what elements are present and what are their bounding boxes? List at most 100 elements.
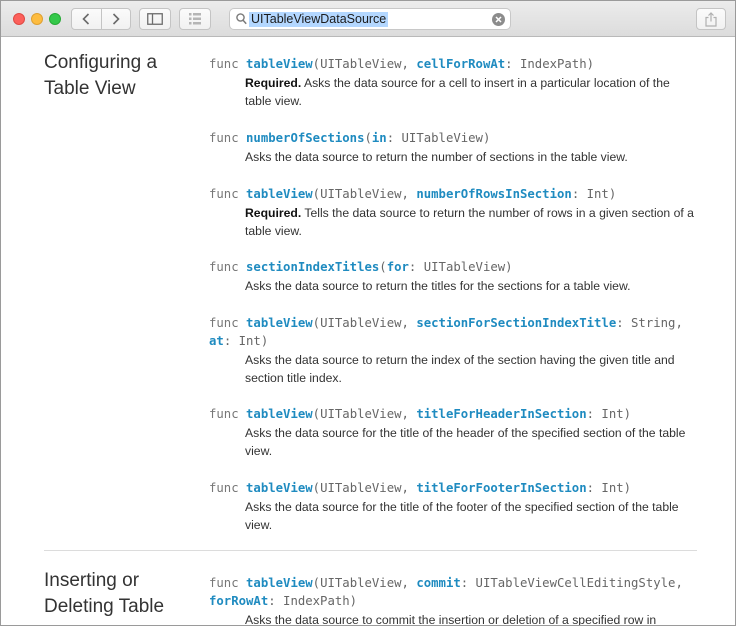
navigation-buttons	[71, 8, 131, 30]
method-signature: func tableView(UITableView, titleForFoot…	[209, 479, 699, 497]
close-window-button[interactable]	[13, 13, 25, 25]
parameter-label[interactable]: cellForRowAt	[416, 57, 505, 71]
method-name-link[interactable]: numberOfSections	[246, 131, 364, 145]
func-keyword: func	[209, 481, 247, 495]
section-title: Inserting or Deleting Table	[44, 570, 165, 617]
parameter-label: at	[209, 334, 224, 348]
description-text: Asks the data source to commit the inser…	[245, 613, 657, 625]
description-text: Asks the data source for the title of th…	[245, 426, 686, 458]
method-signature: func tableView(UITableView, cellForRowAt…	[209, 55, 699, 73]
method-name-link[interactable]: tableView	[246, 187, 313, 201]
signature-text: : String,	[616, 316, 683, 330]
description-text: Asks the data source to return the numbe…	[245, 150, 628, 164]
browser-window: UITableViewDataSource Configuring a Tabl…	[0, 0, 736, 626]
func-keyword: func	[209, 316, 247, 330]
func-keyword: func	[209, 407, 247, 421]
signature-text: : UITableView)	[408, 260, 513, 274]
method-name-link[interactable]: tableView	[246, 407, 313, 421]
method-description: Asks the data source to return the title…	[245, 278, 699, 296]
zoom-window-button[interactable]	[49, 13, 61, 25]
description-text: Asks the data source for the title of th…	[245, 500, 679, 532]
method-description: Asks the data source for the title of th…	[245, 499, 699, 534]
signature-text: (UITableView,	[312, 576, 417, 590]
method-signature: func sectionIndexTitles(for: UITableView…	[209, 258, 699, 276]
required-badge: Required.	[245, 206, 302, 220]
required-badge: Required.	[245, 76, 302, 90]
method-description: Asks the data source to return the index…	[245, 352, 699, 387]
method-signature-continued: at: Int)	[209, 332, 699, 350]
func-keyword: func	[209, 131, 247, 145]
method-signature: func numberOfSections(in: UITableView)	[209, 129, 699, 147]
method-entry: func tableView(UITableView, titleForFoot…	[209, 479, 699, 534]
method-description: Required. Tells the data source to retur…	[245, 205, 699, 240]
chevron-left-icon	[82, 13, 90, 25]
method-signature: func tableView(UITableView, sectionForSe…	[209, 314, 699, 332]
parameter-label[interactable]: titleForHeaderInSection	[416, 407, 586, 421]
minimize-window-button[interactable]	[31, 13, 43, 25]
signature-text: : Int)	[223, 334, 269, 348]
parameter-label[interactable]: numberOfRowsInSection	[416, 187, 571, 201]
method-description: Asks the data source for the title of th…	[245, 425, 699, 460]
share-button[interactable]	[696, 8, 726, 30]
func-keyword: func	[209, 576, 247, 590]
method-entry: func sectionIndexTitles(for: UITableView…	[209, 258, 699, 296]
method-signature: func tableView(UITableView, titleForHead…	[209, 405, 699, 423]
parameter-label[interactable]: for	[387, 260, 409, 274]
parameter-label[interactable]: in	[372, 131, 387, 145]
signature-text: : IndexPath)	[505, 57, 595, 71]
func-keyword: func	[209, 57, 247, 71]
sidebar-icon	[147, 13, 163, 25]
method-entry: func tableView(UITableView, commit: UITa…	[209, 574, 699, 625]
forward-button[interactable]	[100, 9, 130, 29]
func-keyword: func	[209, 187, 247, 201]
signature-text: (UITableView,	[312, 316, 417, 330]
signature-text: (UITableView,	[312, 407, 417, 421]
chevron-right-icon	[112, 13, 120, 25]
signature-text: (	[364, 131, 372, 145]
description-text: Asks the data source to return the index…	[245, 353, 675, 385]
method-signature-continued: forRowAt: IndexPath)	[209, 592, 699, 610]
signature-text: : IndexPath)	[268, 594, 358, 608]
method-signature: func tableView(UITableView, commit: UITa…	[209, 574, 699, 592]
search-query-text[interactable]: UITableViewDataSource	[249, 12, 389, 27]
method-signature: func tableView(UITableView, numberOfRows…	[209, 185, 699, 203]
signature-text: (	[379, 260, 387, 274]
section-title: Configuring a Table View	[44, 52, 158, 99]
clear-search-button[interactable]	[492, 13, 505, 26]
parameter-label[interactable]: titleForFooterInSection	[416, 481, 586, 495]
back-button[interactable]	[72, 9, 101, 29]
share-icon	[705, 11, 717, 27]
method-description: Required. Asks the data source for a cel…	[245, 75, 699, 110]
parameter-label[interactable]: commit	[416, 576, 460, 590]
method-name-link[interactable]: tableView	[246, 481, 313, 495]
method-entry: func tableView(UITableView, numberOfRows…	[209, 185, 699, 240]
description-text: Asks the data source for a cell to inser…	[245, 76, 670, 108]
signature-text: : Int)	[586, 407, 632, 421]
method-name-link[interactable]: tableView	[246, 576, 313, 590]
sidebar-toggle-button[interactable]	[139, 8, 171, 30]
method-name-link[interactable]: tableView	[246, 316, 313, 330]
search-icon	[236, 13, 247, 25]
method-entry: func tableView(UITableView, cellForRowAt…	[209, 55, 699, 110]
signature-text: : UITableViewCellEditingStyle,	[460, 576, 683, 590]
method-description: Asks the data source to commit the inser…	[245, 612, 699, 625]
signature-text: : UITableView)	[386, 131, 491, 145]
func-keyword: func	[209, 260, 247, 274]
method-name-link[interactable]: sectionIndexTitles	[246, 260, 379, 274]
section-divider	[44, 550, 697, 551]
method-entry: func tableView(UITableView, sectionForSe…	[209, 314, 699, 387]
signature-text: (UITableView,	[312, 481, 417, 495]
parameter-label[interactable]: sectionForSectionIndexTitle	[416, 316, 616, 330]
description-text: Asks the data source to return the title…	[245, 279, 631, 293]
signature-text: (UITableView,	[312, 187, 417, 201]
description-text: Tells the data source to return the numb…	[245, 206, 694, 238]
address-bar[interactable]: UITableViewDataSource	[229, 8, 511, 30]
page-content: Configuring a Table View func tableView(…	[1, 37, 735, 625]
signature-text: : Int)	[571, 187, 617, 201]
parameter-label: forRowAt	[209, 594, 269, 608]
tab-overview-button[interactable]	[179, 8, 211, 30]
close-icon	[495, 16, 502, 23]
method-name-link[interactable]: tableView	[246, 57, 313, 71]
signature-text: : Int)	[586, 481, 632, 495]
signature-text: (UITableView,	[312, 57, 417, 71]
